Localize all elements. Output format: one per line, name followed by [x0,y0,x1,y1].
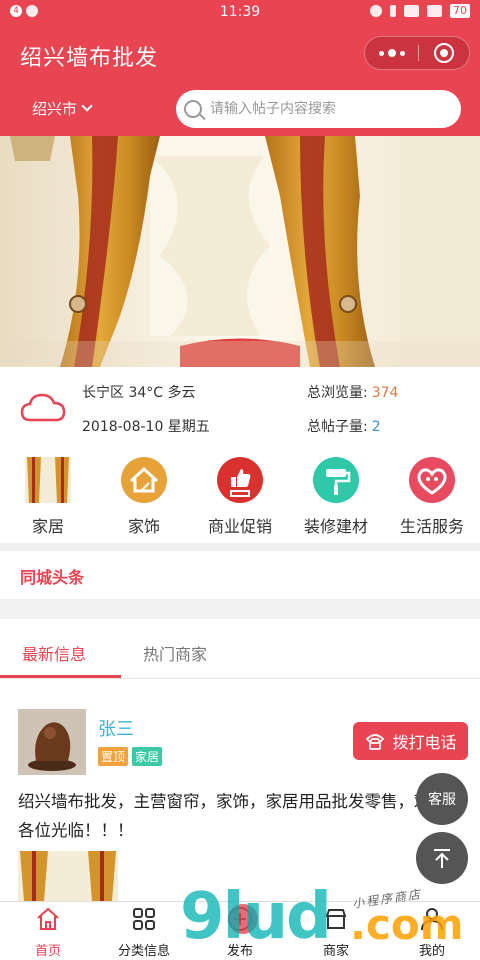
curtain-banner-illustration [0,136,480,367]
app-title: 绍兴墙布批发 [20,46,159,71]
category-label: 生活服务 [399,517,464,536]
scroll-to-top-button[interactable] [416,832,468,884]
plus-icon [228,907,252,931]
city-selector[interactable]: 绍兴市 [32,98,93,119]
house-broom-icon [121,457,167,503]
banner-image[interactable] [0,136,480,367]
city-label: 绍兴市 [32,100,78,118]
more-dot-icon [378,50,384,56]
wifi-icon [404,5,419,17]
nav-label: 首页 [34,944,61,959]
phone-icon [366,734,385,750]
search-input[interactable] [210,101,450,117]
category-grid: 家居 家饰 商业促销 装修建材 生活服务 [0,447,480,543]
search-icon [184,100,202,118]
grid-icon [133,908,155,930]
post-badges: 置顶 家居 [98,747,163,766]
nav-label: 我的 [418,944,445,959]
category-item-home[interactable]: 家居 [0,457,96,537]
close-miniapp-icon[interactable] [434,43,454,63]
post-image-thumbnail[interactable] [18,851,118,901]
nav-label: 发布 [226,944,253,959]
user-icon [421,908,443,931]
tab-popular-merchants[interactable]: 热门商家 [143,641,207,665]
nav-item-merchants[interactable]: 商家 [288,906,384,959]
chevron-down-icon [81,100,93,112]
nav-item-publish[interactable]: 发布 [192,906,288,959]
more-button[interactable] [365,37,418,69]
views-value: 374 [371,385,399,401]
nav-item-categories[interactable]: 分类信息 [96,906,192,959]
miniapp-capsule [364,36,470,70]
section-divider [0,543,480,551]
more-dot-icon [387,49,396,57]
customer-service-button[interactable]: 客服 [416,773,468,825]
posts-label: 总帖子量: [307,419,368,435]
active-tab-indicator [0,675,121,678]
call-button-label: 拨打电话 [392,733,457,752]
app-screen: { "status_bar": {"time": "11:39", "left_… [0,0,480,960]
bottom-navigation: 首页 分类信息 发布 商家 我的 [0,901,480,960]
nav-label: 商家 [322,944,349,959]
cloud-icon [20,393,66,422]
capsule-divider [418,45,419,61]
bluetooth-icon [390,5,396,17]
date-text: 2018-08-10 星期五 [82,419,210,435]
nav-item-home[interactable]: 首页 [0,906,96,959]
status-right: 70 [370,4,470,18]
home-icon [37,907,59,930]
post-card[interactable]: 张三 置顶 家居 拨打电话 绍兴墙布批发，主营窗帘，家饰，家居用品批发零售，欢迎… [0,679,480,901]
curtain-photo-icon [25,457,71,503]
thumbs-up-100-icon [217,457,263,503]
more-dot-icon [399,50,405,56]
call-button[interactable]: 拨打电话 [353,722,468,760]
battery-indicator: 70 [450,4,470,18]
posts-stat: 总帖子量: 2 [307,416,381,436]
avatar[interactable] [18,709,86,775]
nav-item-profile[interactable]: 我的 [384,906,480,959]
posts-value: 2 [371,419,381,435]
section-divider [0,599,480,619]
poster-name[interactable]: 张三 [98,715,134,741]
category-label: 家饰 [127,517,160,536]
category-item-decor[interactable]: 家饰 [96,457,192,537]
search-bar[interactable] [176,90,461,128]
weather-text: 长宁区 34°C 多云 [82,385,196,401]
arrow-up-icon [434,849,450,868]
headline-title: 同城头条 [20,568,85,587]
paint-roller-icon [313,457,359,503]
stats-panel: 长宁区 34°C 多云 2018-08-10 星期五 总浏览量: 374 总帖子量… [0,367,480,447]
post-content: 绍兴墙布批发，主营窗帘，家饰，家居用品批发零售，欢迎各位光临！！！ [18,792,447,840]
shop-icon [325,909,347,929]
category-item-building[interactable]: 装修建材 [288,457,384,537]
views-label: 总浏览量: [307,385,368,401]
category-item-promotion[interactable]: 商业促销 [192,457,288,537]
city-headline-section[interactable]: 同城头条 [0,551,480,599]
info-tabs: 最新信息 热门商家 [0,619,480,679]
category-item-life-service[interactable]: 生活服务 [384,457,480,537]
signal-icon [427,5,442,17]
category-label: 家居 [31,517,64,536]
customer-service-label: 客服 [428,792,456,808]
nav-label: 分类信息 [117,944,170,959]
heart-people-icon [409,457,455,503]
views-stat: 总浏览量: 374 [307,382,398,402]
alarm-icon [370,5,382,17]
tab-latest-info[interactable]: 最新信息 [22,641,86,665]
header: 绍兴墙布批发 绍兴市 [0,26,480,136]
category-label: 商业促销 [207,517,272,536]
status-bar: 4 11:39 70 [0,0,480,26]
badge-pinned: 置顶 [98,747,129,766]
badge-category: 家居 [132,747,163,766]
category-label: 装修建材 [303,517,368,536]
